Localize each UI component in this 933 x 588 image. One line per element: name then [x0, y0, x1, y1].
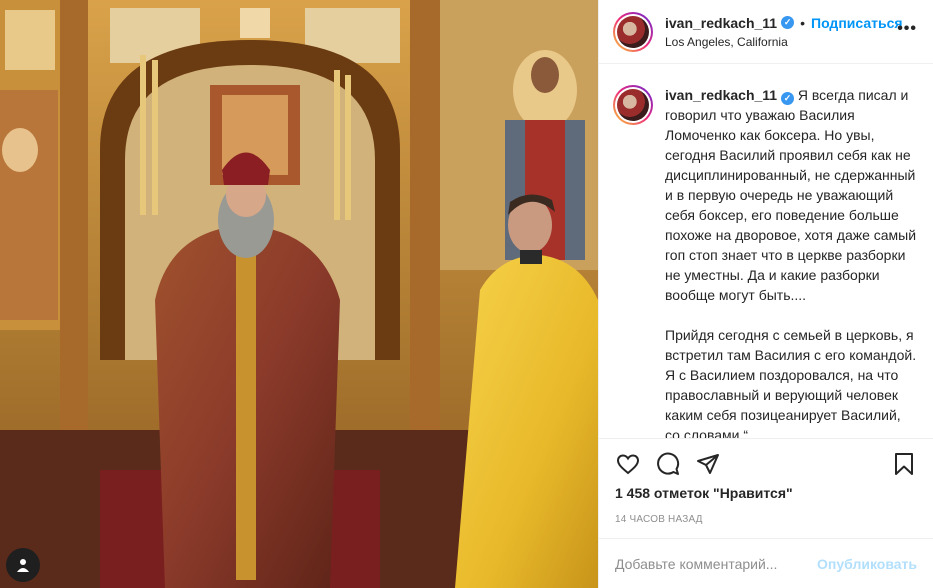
- post-location[interactable]: Los Angeles, California: [665, 35, 903, 49]
- caption-body: Я всегда писал и говорил что уважаю Васи…: [665, 87, 917, 438]
- paper-plane-icon[interactable]: [695, 451, 721, 477]
- post-sidebar: ivan_redkach_11 ✓ • Подписаться Los Ange…: [598, 0, 933, 588]
- post-timestamp[interactable]: 14 ЧАСОВ НАЗАД: [599, 514, 933, 525]
- publish-button[interactable]: Опубликовать: [817, 556, 917, 572]
- verified-badge-icon: ✓: [781, 16, 795, 29]
- separator-dot: •: [800, 14, 805, 31]
- more-options-icon[interactable]: •••: [897, 20, 917, 38]
- bookmark-icon[interactable]: [891, 451, 917, 477]
- person-icon: [17, 559, 29, 572]
- caption-verified-badge-icon: ✓: [780, 92, 794, 105]
- comment-bubble-icon[interactable]: [655, 451, 681, 477]
- action-section: 1 458 отметок "Нравится" 14 ЧАСОВ НАЗАД …: [599, 438, 933, 588]
- author-username[interactable]: ivan_redkach_11: [665, 15, 777, 31]
- action-bar: [599, 439, 933, 489]
- caption-text: ivan_redkach_11 ✓ Я всегда писал и говор…: [665, 85, 917, 438]
- follow-button[interactable]: Подписаться: [811, 15, 903, 31]
- comment-input[interactable]: [615, 555, 818, 572]
- caption-area: ivan_redkach_11 ✓ Я всегда писал и говор…: [599, 65, 933, 438]
- caption-author-avatar[interactable]: [613, 85, 653, 125]
- post-photo[interactable]: [0, 0, 598, 588]
- heart-icon[interactable]: [615, 451, 641, 477]
- tagged-user-icon[interactable]: [6, 548, 40, 582]
- caption-username[interactable]: ivan_redkach_11: [665, 87, 777, 103]
- author-avatar[interactable]: [613, 11, 653, 52]
- post-header: ivan_redkach_11 ✓ • Подписаться Los Ange…: [599, 0, 933, 64]
- likes-count[interactable]: 1 458 отметок "Нравится": [599, 485, 933, 501]
- comment-form: Опубликовать: [599, 538, 933, 588]
- church-photo-illustration: [0, 0, 598, 588]
